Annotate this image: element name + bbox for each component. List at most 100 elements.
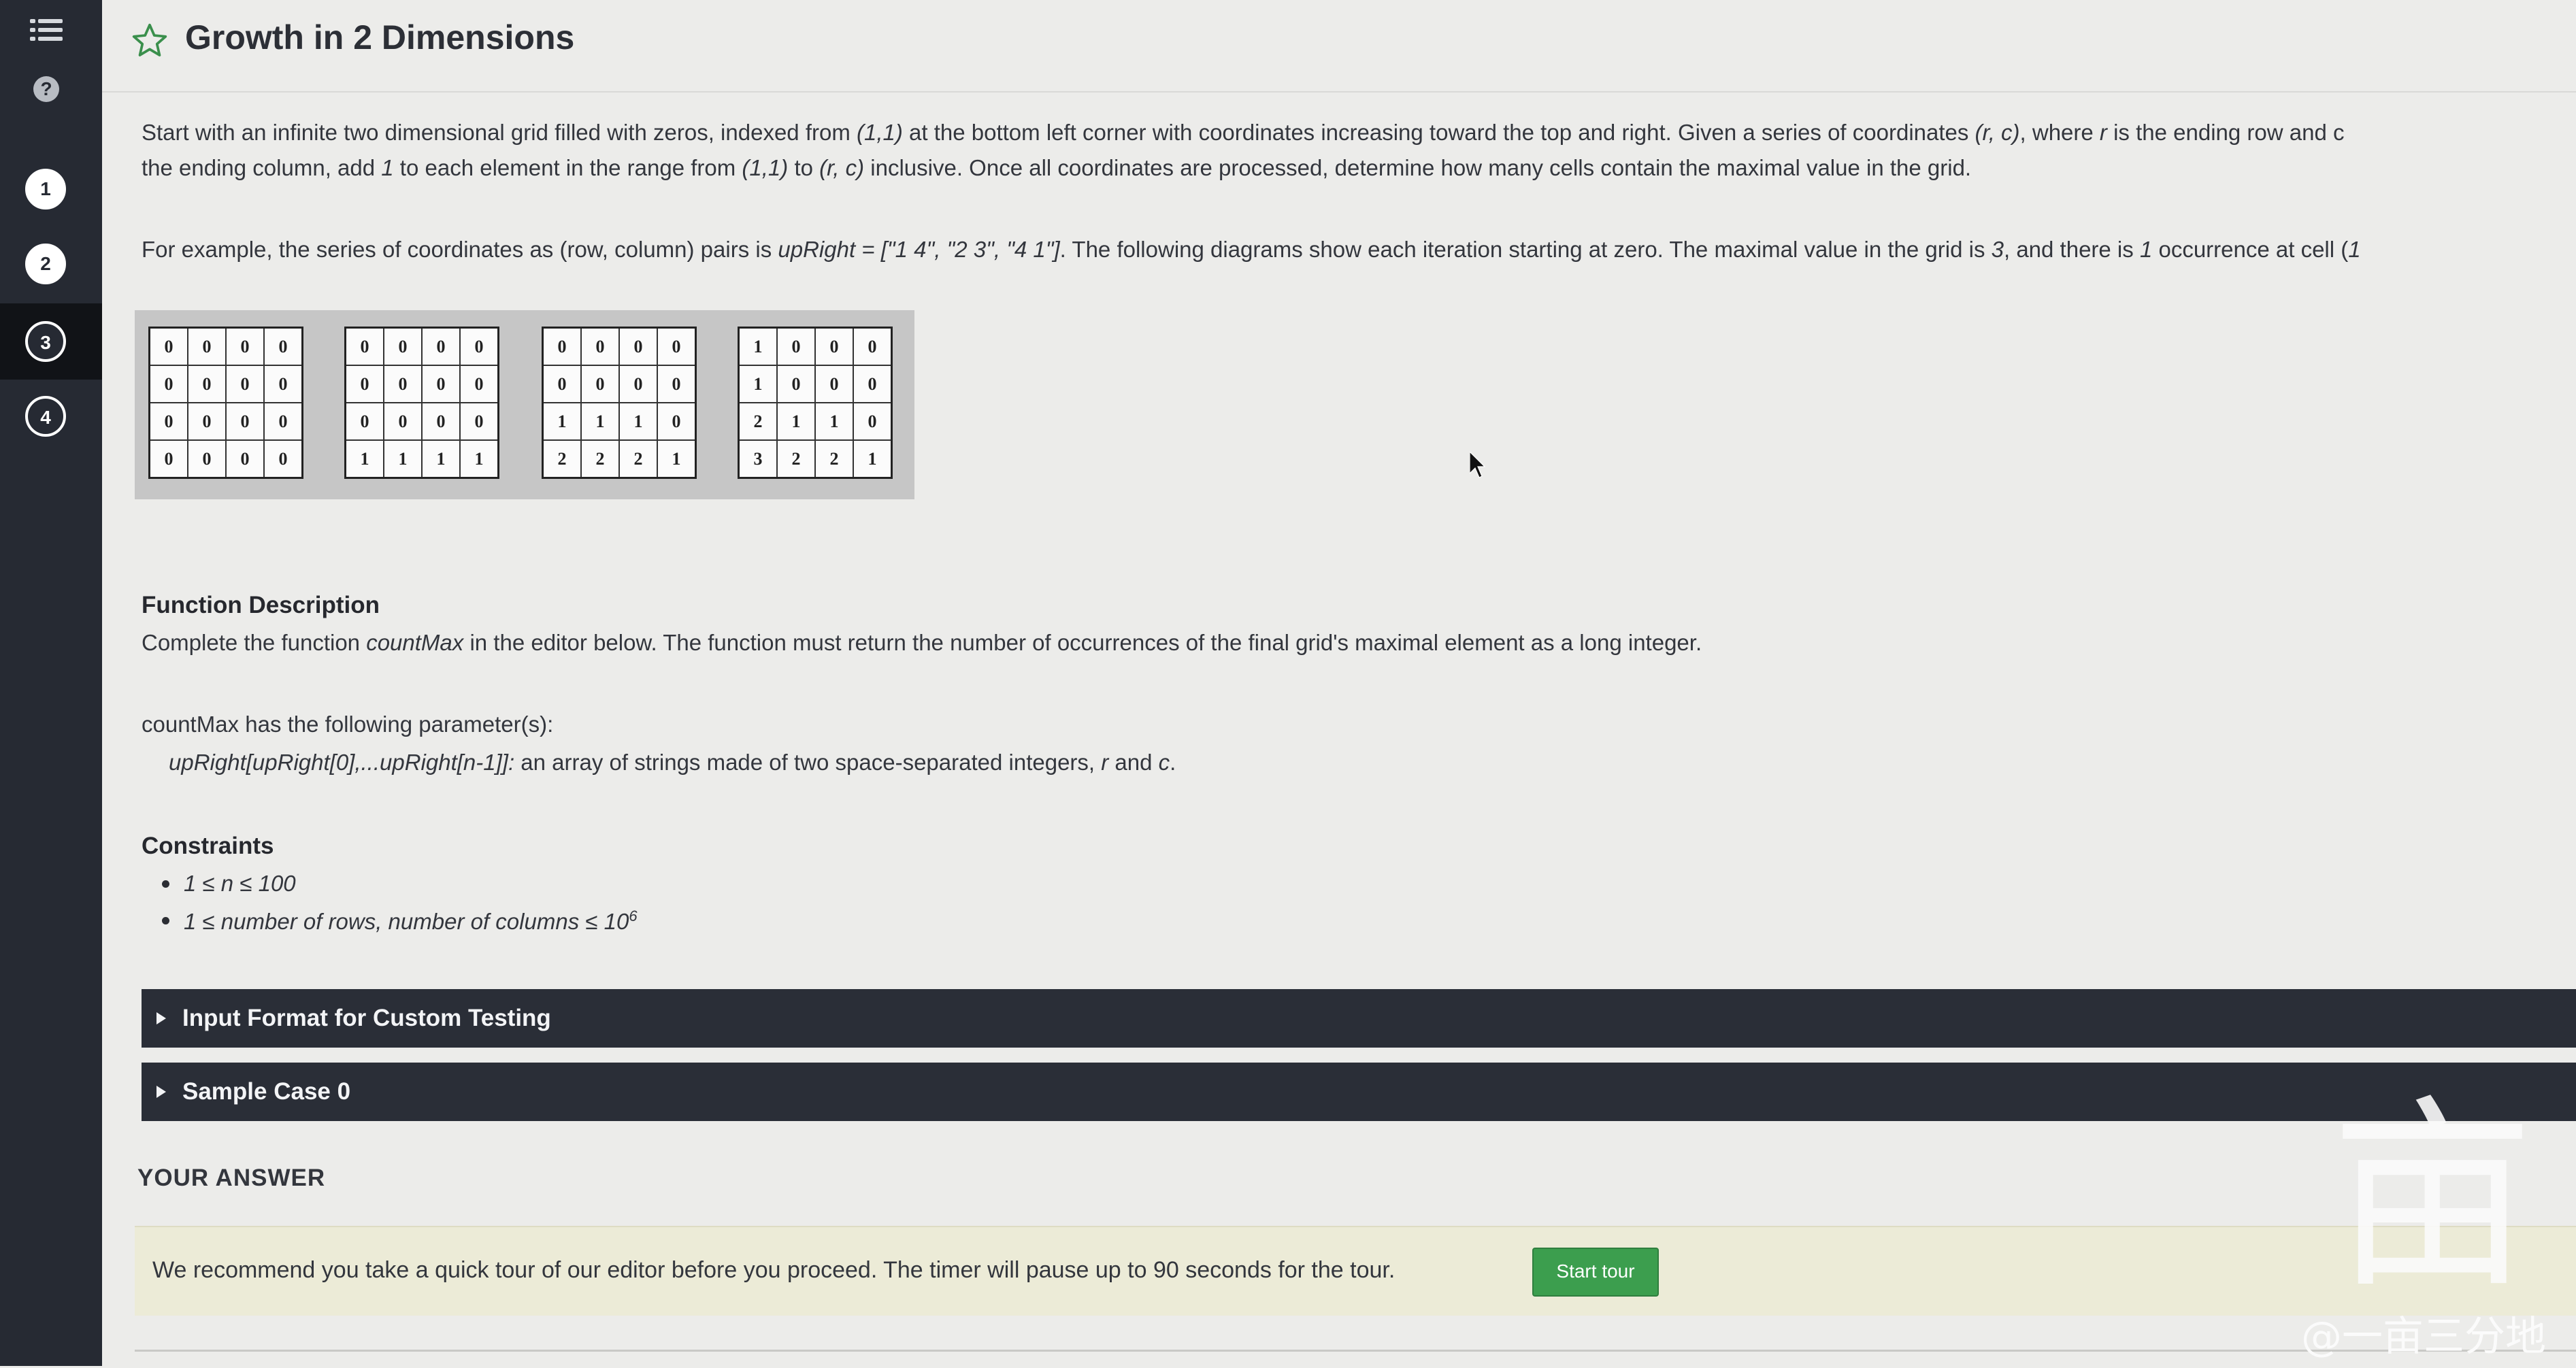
grid-row: 1111 [344,439,499,479]
start-tour-button[interactable]: Start tour [1532,1248,1659,1297]
parameters-heading: countMax has the following parameter(s): [142,712,554,737]
grid-cell: 0 [853,327,893,366]
mouse-cursor-icon [1470,452,1486,478]
grid-cell: 0 [344,402,384,441]
grid-cell: 0 [383,365,423,403]
statement-line-2: the ending column, add 1 to each element… [142,155,1972,180]
grid-cell: 0 [421,327,461,366]
watermark-text: @一亩三分地 [2301,1313,2546,1361]
grid-cell: 0 [225,365,265,403]
input-format-accordion[interactable]: Input Format for Custom Testing [142,989,2576,1048]
question-2-button[interactable]: 2 [25,244,66,284]
grid-cell: 1 [853,439,893,479]
your-answer-heading: YOUR ANSWER [137,1165,326,1191]
grid-cell: 0 [421,365,461,403]
grid-cell: 1 [657,439,697,479]
grid-row: 0000 [542,365,697,403]
tour-message: We recommend you take a quick tour of ou… [152,1257,1396,1283]
grid-cell: 0 [459,365,499,403]
example-text: For example, the series of coordinates a… [142,237,2361,262]
grid-cell: 0 [148,439,188,479]
grid-iteration-1: 0000000000001111 [344,327,499,479]
grid-cell: 0 [263,365,303,403]
grid-cell: 0 [344,365,384,403]
function-description-heading: Function Description [142,592,380,618]
constraints-heading: Constraints [142,833,274,859]
grid-cell: 0 [853,402,893,441]
grid-cell: 0 [814,365,854,403]
constraint-item-2: 1 ≤ number of rows, number of columns ≤ … [162,907,638,934]
grid-cell: 0 [657,402,697,441]
grid-cell: 2 [814,439,854,479]
grid-cell: 0 [542,327,582,366]
grid-cell: 0 [853,365,893,403]
grid-cell: 0 [421,402,461,441]
grid-cell: 0 [459,327,499,366]
grid-cell: 0 [148,365,188,403]
star-icon[interactable] [131,22,169,60]
grid-cell: 2 [738,402,778,441]
grid-cell: 0 [383,402,423,441]
grid-row: 1000 [738,327,893,366]
grid-cell: 0 [225,327,265,366]
expand-triangle-icon [156,1012,166,1024]
grid-row: 2110 [738,402,893,441]
grid-iteration-2: 0000000011102221 [542,327,697,479]
grid-cell: 0 [657,327,697,366]
grid-cell: 0 [263,327,303,366]
grid-cell: 0 [225,402,265,441]
question-3-button[interactable]: 3 [25,321,66,362]
grid-cell: 1 [580,402,620,441]
grid-cell: 1 [542,402,582,441]
grid-cell: 0 [225,439,265,479]
grid-cell: 0 [187,402,227,441]
grid-cell: 0 [459,402,499,441]
grid-cell: 2 [580,439,620,479]
grid-cell: 0 [580,365,620,403]
grid-cell: 0 [814,327,854,366]
grid-cell: 1 [738,327,778,366]
grid-row: 0000 [148,402,303,441]
grid-row: 2221 [542,439,697,479]
grid-cell: 1 [738,365,778,403]
grid-row: 0000 [148,327,303,366]
function-description-text: Complete the function countMax in the ed… [142,630,1702,655]
page-title: Growth in 2 Dimensions [185,18,575,56]
grid-cell: 0 [618,327,658,366]
sample-case-0-accordion[interactable]: Sample Case 0 [142,1063,2576,1121]
help-icon[interactable]: ? [33,76,59,102]
grid-cell: 0 [263,439,303,479]
grid-cell: 1 [776,402,816,441]
grid-cell: 0 [187,439,227,479]
tour-banner: We recommend you take a quick tour of ou… [135,1226,2576,1316]
grid-row: 0000 [344,402,499,441]
grid-row: 1000 [738,365,893,403]
grid-cell: 1 [344,439,384,479]
grid-row: 0000 [542,327,697,366]
grid-cell: 0 [383,327,423,366]
grid-row: 0000 [344,327,499,366]
grid-cell: 0 [148,402,188,441]
grid-cell: 0 [618,365,658,403]
grid-iteration-0: 0000000000000000 [148,327,303,479]
question-1-button[interactable]: 1 [25,169,66,210]
grid-cell: 1 [383,439,423,479]
grid-cell: 0 [187,365,227,403]
grid-cell: 0 [344,327,384,366]
title-bar: Growth in 2 Dimensions [102,0,2576,93]
iteration-diagrams: 0000000000000000 0000000000001111 000000… [135,310,914,499]
grid-row: 1110 [542,402,697,441]
grid-cell: 0 [776,365,816,403]
grid-cell: 1 [421,439,461,479]
sidebar: ? 1 2 3 4 [0,0,102,1366]
grid-cell: 2 [618,439,658,479]
watermark-logo: 亩 [2330,1078,2534,1316]
question-list-icon[interactable] [30,18,63,42]
grid-cell: 0 [776,327,816,366]
grid-cell: 0 [187,327,227,366]
problem-panel: Growth in 2 Dimensions Start with an inf… [102,0,2576,1366]
question-4-button[interactable]: 4 [25,396,66,437]
grid-cell: 1 [459,439,499,479]
grid-cell: 1 [814,402,854,441]
grid-cell: 2 [776,439,816,479]
